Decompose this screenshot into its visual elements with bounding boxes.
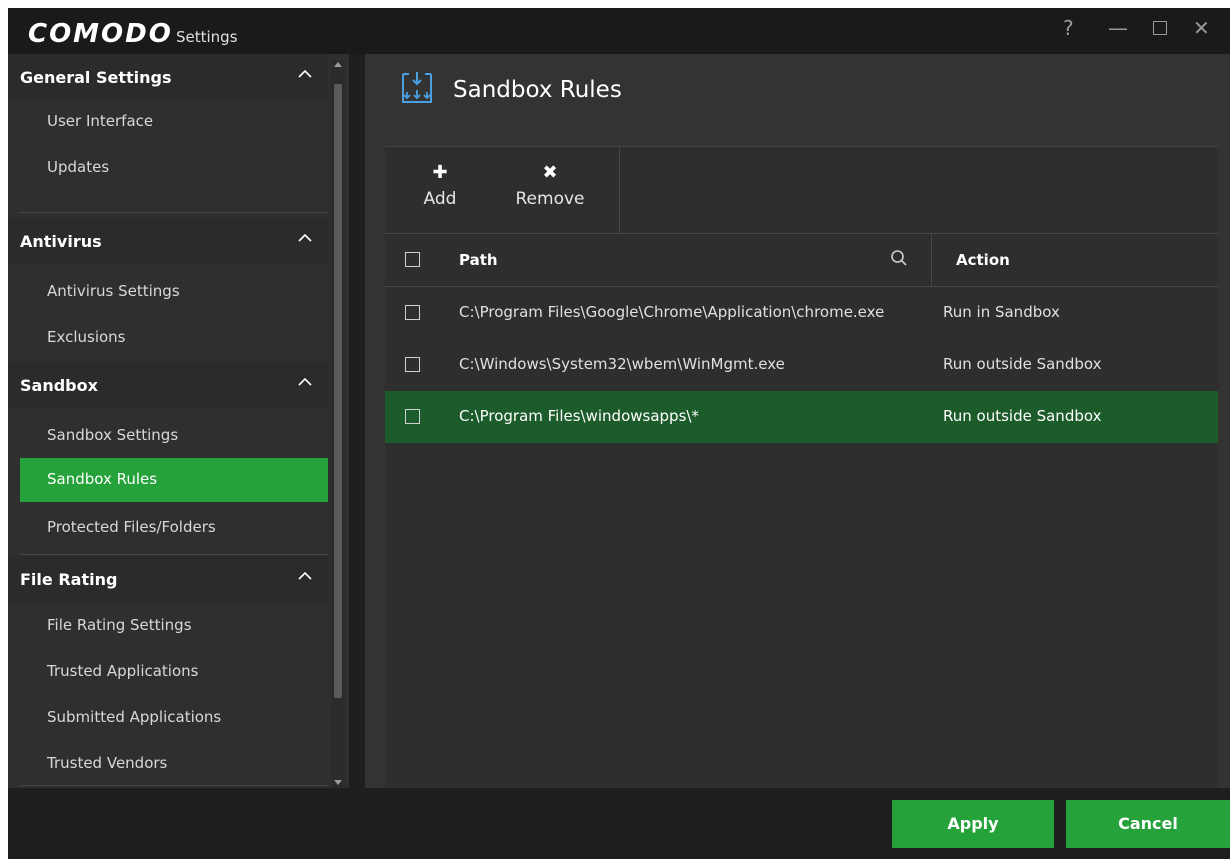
divider xyxy=(20,785,328,786)
sidebar-item-exclusions[interactable]: Exclusions xyxy=(20,316,328,360)
divider xyxy=(20,554,328,555)
sidebar: General Settings User Interface Updates … xyxy=(8,54,349,788)
sidebar-item-label: Trusted Applications xyxy=(47,662,199,680)
scroll-down-arrow-icon[interactable] xyxy=(334,780,342,785)
group-general-settings[interactable]: General Settings xyxy=(8,54,328,100)
title-bar: COMODO Settings ? — ✕ xyxy=(8,8,1230,54)
column-header-action[interactable]: Action xyxy=(956,251,1010,269)
sidebar-item-file-rating-settings[interactable]: File Rating Settings xyxy=(20,604,328,648)
settings-window: COMODO Settings ? — ✕ General Settings U… xyxy=(8,8,1230,859)
group-antivirus[interactable]: Antivirus xyxy=(8,218,328,264)
sidebar-item-antivirus-settings[interactable]: Antivirus Settings xyxy=(20,270,328,314)
sidebar-item-sandbox-rules[interactable]: Sandbox Rules xyxy=(20,458,328,502)
chevron-up-icon xyxy=(298,69,312,78)
sidebar-item-label: Exclusions xyxy=(47,328,126,346)
sidebar-item-sandbox-settings[interactable]: Sandbox Settings xyxy=(20,414,328,458)
column-divider xyxy=(931,234,932,286)
group-label: Antivirus xyxy=(20,232,102,251)
close-icon[interactable]: ✕ xyxy=(1193,16,1210,40)
chevron-up-icon xyxy=(298,571,312,580)
minimize-icon[interactable]: — xyxy=(1108,16,1128,40)
sidebar-item-label: File Rating Settings xyxy=(47,616,192,634)
row-path: C:\Windows\System32\wbem\WinMgmt.exe xyxy=(459,355,785,373)
remove-label: Remove xyxy=(515,189,585,209)
toolbar: ✚ Add ✖ Remove xyxy=(385,147,1218,234)
select-all-checkbox[interactable] xyxy=(405,252,420,267)
remove-icon: ✖ xyxy=(542,162,558,183)
footer: Apply Cancel xyxy=(8,788,1230,859)
main-panel: Sandbox Rules ✚ Add ✖ Remove Path Action… xyxy=(365,54,1230,789)
sidebar-item-trusted-vendors[interactable]: Trusted Vendors xyxy=(20,742,328,786)
maximize-icon[interactable] xyxy=(1153,16,1167,40)
sidebar-item-label: Protected Files/Folders xyxy=(47,518,216,536)
sidebar-scrollbar[interactable] xyxy=(331,60,345,788)
sidebar-item-trusted-applications[interactable]: Trusted Applications xyxy=(20,650,328,694)
add-button[interactable]: ✚ Add xyxy=(405,163,475,223)
search-icon[interactable] xyxy=(890,249,908,267)
scroll-thumb[interactable] xyxy=(334,84,342,698)
remove-button[interactable]: ✖ Remove xyxy=(499,163,601,223)
table-header: Path Action xyxy=(385,234,1218,287)
table-row[interactable]: C:\Windows\System32\wbem\WinMgmt.exe Run… xyxy=(385,339,1218,391)
row-checkbox[interactable] xyxy=(405,409,420,424)
chevron-up-icon xyxy=(298,233,312,242)
plus-icon: ✚ xyxy=(432,162,448,183)
row-path: C:\Program Files\windowsapps\* xyxy=(459,407,699,425)
toolbar-divider xyxy=(619,147,620,233)
brand-logo: COMODO xyxy=(28,19,173,49)
row-checkbox[interactable] xyxy=(405,305,420,320)
sidebar-item-protected-files-folders[interactable]: Protected Files/Folders xyxy=(20,506,328,550)
page-title: Sandbox Rules xyxy=(453,77,622,103)
row-action: Run in Sandbox xyxy=(943,303,1060,321)
group-file-rating[interactable]: File Rating xyxy=(8,556,328,602)
sidebar-item-label: Trusted Vendors xyxy=(47,754,168,772)
sidebar-item-user-interface[interactable]: User Interface xyxy=(20,100,328,144)
scroll-up-arrow-icon[interactable] xyxy=(334,62,342,67)
group-label: File Rating xyxy=(20,570,118,589)
chevron-up-icon xyxy=(298,377,312,386)
divider xyxy=(20,212,328,213)
row-action: Run outside Sandbox xyxy=(943,407,1102,425)
sidebar-item-label: Submitted Applications xyxy=(47,708,222,726)
column-header-path[interactable]: Path xyxy=(459,251,498,269)
row-action: Run outside Sandbox xyxy=(943,355,1102,373)
window-title: Settings xyxy=(176,28,238,46)
cancel-button[interactable]: Cancel xyxy=(1066,800,1230,848)
group-label: General Settings xyxy=(20,68,172,87)
sidebar-item-label: Antivirus Settings xyxy=(47,282,180,300)
row-checkbox[interactable] xyxy=(405,357,420,372)
apply-button[interactable]: Apply xyxy=(892,800,1054,848)
help-icon[interactable]: ? xyxy=(1063,16,1074,40)
add-label: Add xyxy=(423,189,457,209)
sidebar-item-label: Sandbox Settings xyxy=(47,426,179,444)
sidebar-item-label: Updates xyxy=(47,158,110,176)
sandbox-rules-icon xyxy=(402,72,432,103)
table-row-selected[interactable]: C:\Program Files\windowsapps\* Run outsi… xyxy=(385,391,1218,443)
row-path: C:\Program Files\Google\Chrome\Applicati… xyxy=(459,303,885,321)
group-label: Sandbox xyxy=(20,376,98,395)
rules-panel: ✚ Add ✖ Remove Path Action C:\Program Fi… xyxy=(385,146,1218,789)
sidebar-item-label: User Interface xyxy=(47,112,154,130)
sidebar-item-label: Sandbox Rules xyxy=(47,470,158,488)
group-sandbox[interactable]: Sandbox xyxy=(8,362,328,408)
table-row[interactable]: C:\Program Files\Google\Chrome\Applicati… xyxy=(385,287,1218,339)
sidebar-item-updates[interactable]: Updates xyxy=(20,146,328,190)
sidebar-item-submitted-applications[interactable]: Submitted Applications xyxy=(20,696,328,740)
